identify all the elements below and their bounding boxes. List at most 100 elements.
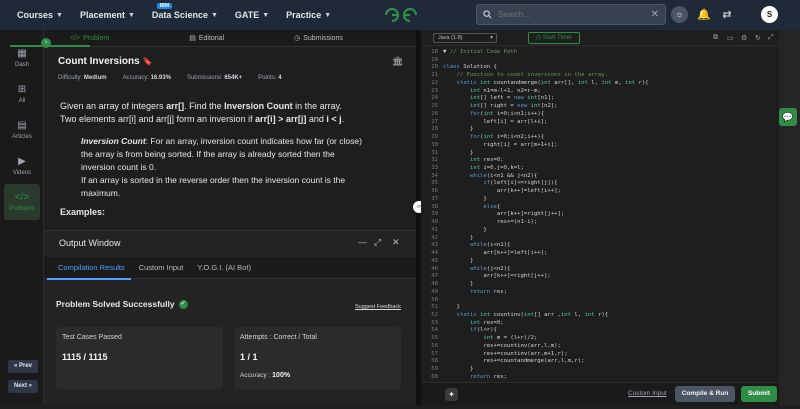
prev-button[interactable]: « Prev [8,360,38,373]
expand-icon[interactable]: ⤢ [374,237,381,248]
code-line[interactable]: 42 } [421,235,779,243]
suggest-feedback-link[interactable]: Suggest Feedback [355,304,401,310]
code-line[interactable]: 30 right[i] = arr[m+1+i]; [421,142,779,150]
code-line[interactable]: 31 } [421,150,779,158]
code-line[interactable]: 57 res+=countinv(arr,m+1,r); [421,351,779,359]
code-line[interactable]: 54 if(l<r){ [421,327,779,335]
expand-sidebar-icon[interactable]: › [41,38,51,48]
bookmark-icon[interactable]: 🔖 [142,57,152,66]
nav-practice[interactable]: Practice ▼ [286,10,331,20]
code-text: if(left[i]<=right[j]){ [483,180,558,187]
code-line[interactable]: 58 res+=countandmerge(arr,l,m,r); [421,358,779,366]
code-line[interactable]: 36 arr[k++]=left[i++]; [421,188,779,196]
compile-run-button[interactable]: Compile & Run [675,386,735,402]
code-line[interactable]: 44 arr[k++]=left[i++]; [421,250,779,258]
code-line[interactable]: 27 left[i] = arr[l+i]; [421,119,779,127]
sidebar-item-articles[interactable]: ▤ Articles [4,112,40,148]
code-text: } [443,126,474,133]
code-line[interactable]: 51 } [421,304,779,312]
code-line[interactable]: 22 static int countandmerge(int arr[], i… [421,80,779,88]
code-line[interactable]: 55 int m = (l+r)/2; [421,335,779,343]
code-line[interactable]: 53 int res=0; [421,320,779,328]
bell-icon[interactable]: 🔔 [697,8,711,22]
file-icon[interactable]: ▭ [727,34,734,42]
code-line[interactable]: 34 while(i<n1 && j<n2){ [421,173,779,181]
code-line[interactable]: 48 } [421,281,779,289]
code-line[interactable]: 28 } [421,126,779,134]
tab-editorial[interactable]: ▤ Editorial [189,34,224,43]
settings-icon[interactable]: ⚙ [741,34,747,42]
sidebar-item-videos[interactable]: ▶ Videos [4,148,40,184]
code-area[interactable]: 18 ▼ // Initial Code Path 19 20 class Soluti… [421,49,779,409]
code-line[interactable]: 32 int res=0; [421,157,779,165]
attempts-value: 1 / 1 [240,352,258,362]
code-line[interactable]: 33 int i=0,j=0,k=l; [421,165,779,173]
code-editor[interactable]: Java (1.8) ▾ ◷ Start Timer ⧉ ▭ ⚙ ↻ ⤢ 18 ▼… [421,30,779,405]
code-line[interactable]: 45 } [421,258,779,266]
tab-yogi-bot[interactable]: Y.O.G.I. (AI Bot) [197,263,251,272]
code-line[interactable]: 59 } [421,366,779,374]
code-line[interactable]: 23 int n1=m-l+1, n2=r-m; [421,88,779,96]
code-line[interactable]: 49 return res; [421,289,779,297]
line-number: 54 [431,327,438,334]
code-line[interactable]: 52 static int countinv(int[] arr ,int l,… [421,312,779,320]
nav-courses[interactable]: Courses ▼ [17,10,63,20]
search-input[interactable] [498,10,648,19]
copy-icon[interactable]: ⧉ [713,34,718,42]
nav-placement[interactable]: Placement ▼ [80,10,135,20]
code-line[interactable]: 29 for(int i=0;i<n2;i++){ [421,134,779,142]
code-line[interactable]: 47 arr[k++]=right[j++]; [421,273,779,281]
output-tabs: Compilation Results Custom Input Y.O.G.I… [44,257,416,279]
custom-input-link[interactable]: Custom Input [628,390,667,397]
tab-submissions[interactable]: ◷ Submissions [294,34,343,43]
code-line[interactable]: 39 arr[k++]=right[j++]; [421,211,779,219]
code-line[interactable]: 24 int[] left = new int[n1]; [421,95,779,103]
nav-data-science[interactable]: IBM Data Science ▼ [152,3,218,20]
code-line[interactable]: 21 // Function to count inversions in th… [421,72,779,80]
reset-icon[interactable]: ↻ [755,34,761,42]
translate-icon[interactable]: ⇄ [720,8,734,22]
bank-icon[interactable]: 🏛 [392,56,403,67]
submit-button[interactable]: Submit [741,386,777,402]
sidebar-item-problems[interactable]: </> Problems [4,184,40,220]
code-line[interactable]: 46 while(j<n2){ [421,266,779,274]
text: If an array is sorted in the reverse ord… [81,175,346,185]
chat-icon[interactable]: 💬 [779,108,797,126]
grid-icon: ⊞ [17,84,27,95]
search-bar[interactable]: ✕ [476,4,666,25]
code-text: int res=0; [469,157,504,164]
gfg-logo[interactable] [384,6,418,24]
ai-hint-icon[interactable]: ✦ [445,388,458,401]
next-button[interactable]: Next » [8,380,38,393]
code-line[interactable]: 38 else{ [421,204,779,212]
code-line[interactable]: 40 res+=(n1-i); [421,219,779,227]
language-select[interactable]: Java (1.8) ▾ [433,33,497,43]
code-line[interactable]: 26 for(int i=0;i<n1;i++){ [421,111,779,119]
code-line[interactable]: 56 res+=countinv(arr,l,m); [421,343,779,351]
code-line[interactable]: 50 [421,297,779,305]
code-line[interactable]: 37 } [421,196,779,204]
close-icon[interactable]: ✕ [392,237,400,248]
fullscreen-icon[interactable]: ⤢ [768,34,774,42]
statement-line-2: Two elements arr[i] and arr[j] form an i… [60,113,400,126]
code-line[interactable]: 60 return res; [421,374,779,382]
theme-toggle-icon[interactable]: ☼ [671,6,688,23]
code-line[interactable]: 43 while(i<n1){ [421,242,779,250]
sidebar-item-all[interactable]: ⊞ All [4,76,40,112]
left-sidebar: ▦ Dash ⊞ All ▤ Articles ▶ Videos </> Problems… [0,30,44,405]
code-line[interactable]: 25 int[] right = new int[n2]; [421,103,779,111]
start-timer-button[interactable]: ◷ Start Timer [528,32,580,44]
tab-problem[interactable]: </> Problem [70,35,109,42]
tab-custom-input[interactable]: Custom Input [139,263,184,272]
code-line[interactable]: 18 ▼ // Initial Code Path [421,49,779,57]
clear-search-icon[interactable]: ✕ [651,9,659,20]
code-line[interactable]: 20 class Solution { [421,64,779,72]
nav-gate[interactable]: GATE ▼ [235,10,269,20]
tab-compilation-results[interactable]: Compilation Results [58,263,125,272]
code-line[interactable]: 41 } [421,227,779,235]
avatar[interactable]: S [761,6,778,23]
status-text: Problem Solved Successfully [56,299,175,309]
code-line[interactable]: 35 if(left[i]<=right[j]){ [421,180,779,188]
code-line[interactable]: 19 [421,57,779,65]
minimize-icon[interactable]: — [358,237,367,247]
